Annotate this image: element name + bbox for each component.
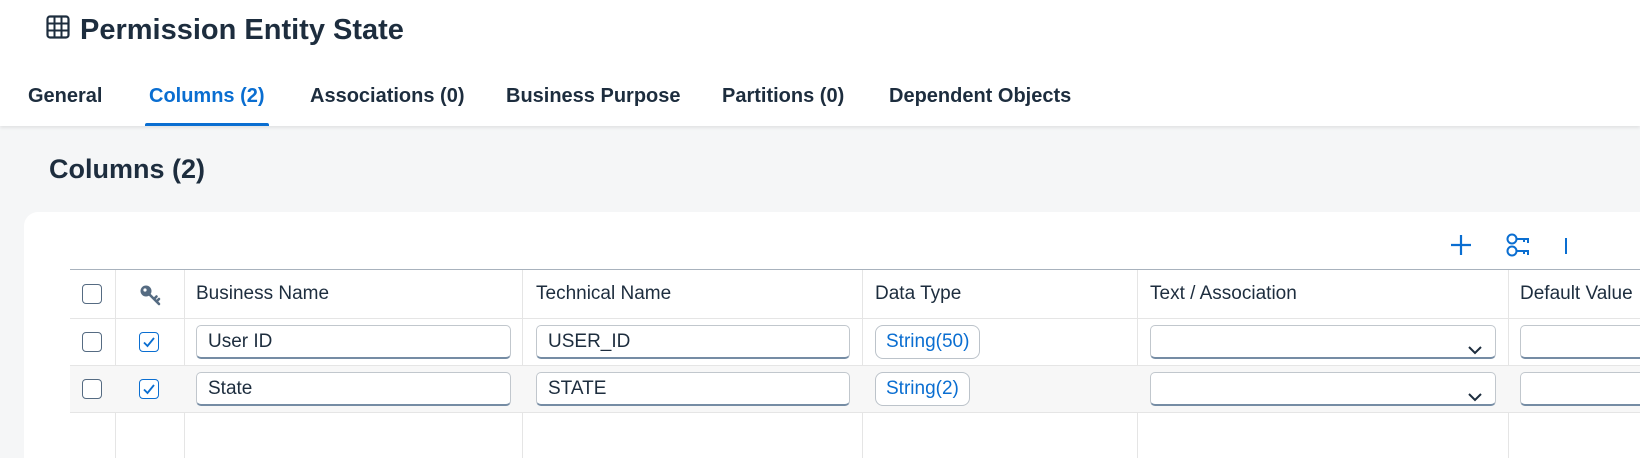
page-title: Permission Entity State (80, 13, 404, 46)
business-name-input[interactable]: State (196, 372, 511, 406)
tab-business-purpose[interactable]: Business Purpose (506, 70, 681, 126)
table-icon (46, 15, 70, 39)
tab-partitions[interactable]: Partitions (0) (722, 70, 844, 126)
object-header: Permission Entity State General Columns … (0, 0, 1640, 126)
section-title: Columns (2) (49, 154, 206, 184)
data-type-button[interactable]: String(50) (875, 325, 981, 359)
add-icon (1449, 233, 1473, 262)
header-text-association[interactable]: Text / Association (1150, 283, 1297, 305)
default-value-input[interactable] (1520, 372, 1640, 406)
columns-table: Business Name Technical Name Data Type T… (70, 269, 1640, 458)
table-row: State STATE String(2) (70, 365, 1640, 413)
technical-name-input[interactable]: USER_ID (536, 325, 850, 359)
key-settings-button[interactable] (1502, 231, 1534, 263)
tab-label: Business Purpose (506, 85, 681, 107)
table-header-row: Business Name Technical Name Data Type T… (70, 270, 1640, 318)
table-row-empty (70, 412, 1640, 458)
tab-associations[interactable]: Associations (0) (310, 70, 464, 126)
key-icon (138, 283, 162, 312)
default-value-input[interactable] (1520, 325, 1640, 359)
tab-columns[interactable]: Columns (2) (145, 70, 269, 126)
header-data-type[interactable]: Data Type (875, 283, 961, 305)
table-row: User ID USER_ID String(50) (70, 318, 1640, 366)
data-type-button[interactable]: String(2) (875, 372, 970, 406)
more-toolbar-button[interactable] (1558, 231, 1578, 263)
text-association-select[interactable] (1150, 372, 1496, 406)
select-all-checkbox[interactable] (82, 284, 102, 304)
chevron-down-icon (1467, 335, 1483, 357)
header-technical-name[interactable]: Technical Name (536, 283, 671, 305)
row-select-checkbox[interactable] (82, 379, 102, 399)
title-row: Permission Entity State (46, 10, 404, 50)
tab-general[interactable]: General (28, 70, 102, 126)
chevron-down-icon (1467, 382, 1483, 404)
tab-label: Associations (0) (310, 85, 465, 107)
tab-selected-indicator (145, 123, 269, 126)
tab-label: Columns (2) (149, 85, 265, 107)
key-checkbox[interactable] (139, 332, 159, 352)
tab-label: Partitions (0) (722, 85, 845, 107)
tab-label: General (28, 85, 103, 107)
technical-name-input[interactable]: STATE (536, 372, 850, 406)
tab-label: Dependent Objects (889, 85, 1072, 107)
header-default-value[interactable]: Default Value (1520, 283, 1633, 305)
delete-icon (1558, 233, 1568, 262)
business-name-input[interactable]: User ID (196, 325, 511, 359)
text-association-select[interactable] (1150, 325, 1496, 359)
header-business-name[interactable]: Business Name (196, 283, 329, 305)
key-settings-icon (1504, 232, 1532, 263)
tab-dependent-objects[interactable]: Dependent Objects (889, 70, 1071, 126)
key-checkbox[interactable] (139, 379, 159, 399)
add-column-button[interactable] (1445, 231, 1477, 263)
row-select-checkbox[interactable] (82, 332, 102, 352)
